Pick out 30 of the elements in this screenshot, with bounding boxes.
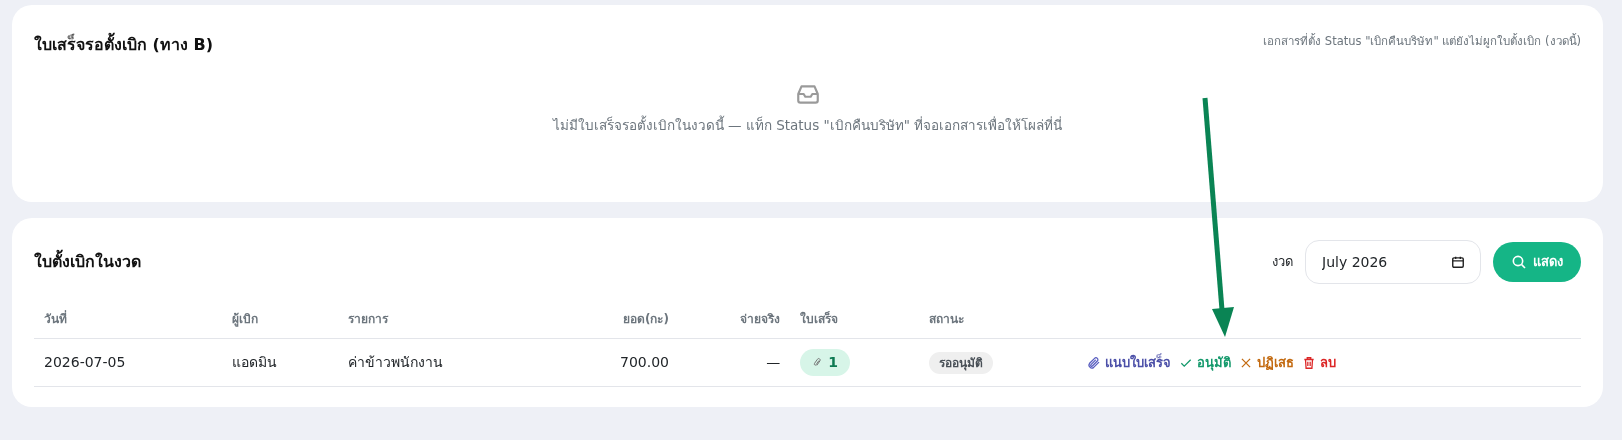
period-field[interactable]: July 2026	[1305, 240, 1481, 284]
table-cell: —	[678, 338, 791, 387]
calendar-icon	[1451, 255, 1465, 269]
status-badge: รออนุมัติ	[929, 352, 994, 374]
delete-button[interactable]: ลบ	[1300, 352, 1339, 373]
empty-message: ไม่มีใบเสร็จรอตั้งเบิกในงวดนี้ — แท็ก Status "เบิกคืนบริษัท" ที่จอเอกสารเพื่อให้โผล่ที่นี่	[552, 115, 1063, 135]
show-button[interactable]: แสดง	[1493, 242, 1581, 282]
column-header: ผู้เบิก	[222, 300, 338, 339]
card-title: ใบตั้งเบิกในงวด	[34, 250, 141, 274]
approve-button[interactable]: อนุมัติ	[1177, 352, 1234, 373]
table-cell: ค่าข้าวพนักงาน	[338, 338, 552, 387]
trash-icon	[1302, 355, 1317, 370]
paperclip-icon	[812, 356, 823, 369]
column-header: รายการ	[338, 300, 552, 339]
table-cell: 700.00	[551, 338, 679, 387]
attach-button[interactable]: แนบใบเสร็จ	[1085, 352, 1174, 373]
search-icon	[1511, 254, 1527, 270]
reject-button[interactable]: ปฏิเสธ	[1237, 352, 1297, 373]
table-cell: แอดมิน	[222, 338, 338, 387]
receipt-count-badge: 1	[800, 349, 850, 376]
period-label: งวด	[1272, 253, 1293, 272]
column-header: จ่ายจริง	[678, 300, 791, 339]
column-header: ใบเสร็จ	[790, 300, 920, 339]
table-cell: 2026-07-05	[34, 338, 222, 387]
column-header: สถานะ	[919, 300, 1076, 339]
card-title: ใบเสร็จรอตั้งเบิก (ทาง B)	[34, 33, 213, 57]
column-header: ยอด(กะ)	[551, 300, 679, 339]
column-header: วันที่	[34, 300, 222, 339]
paperclip-icon	[1087, 355, 1102, 370]
card-note: เอกสารที่ตั้ง Status "เบิกคืนบริษัท" แต่ยังไม่ผูกใบตั้งเบิก (งวดนี้)	[1263, 33, 1581, 50]
